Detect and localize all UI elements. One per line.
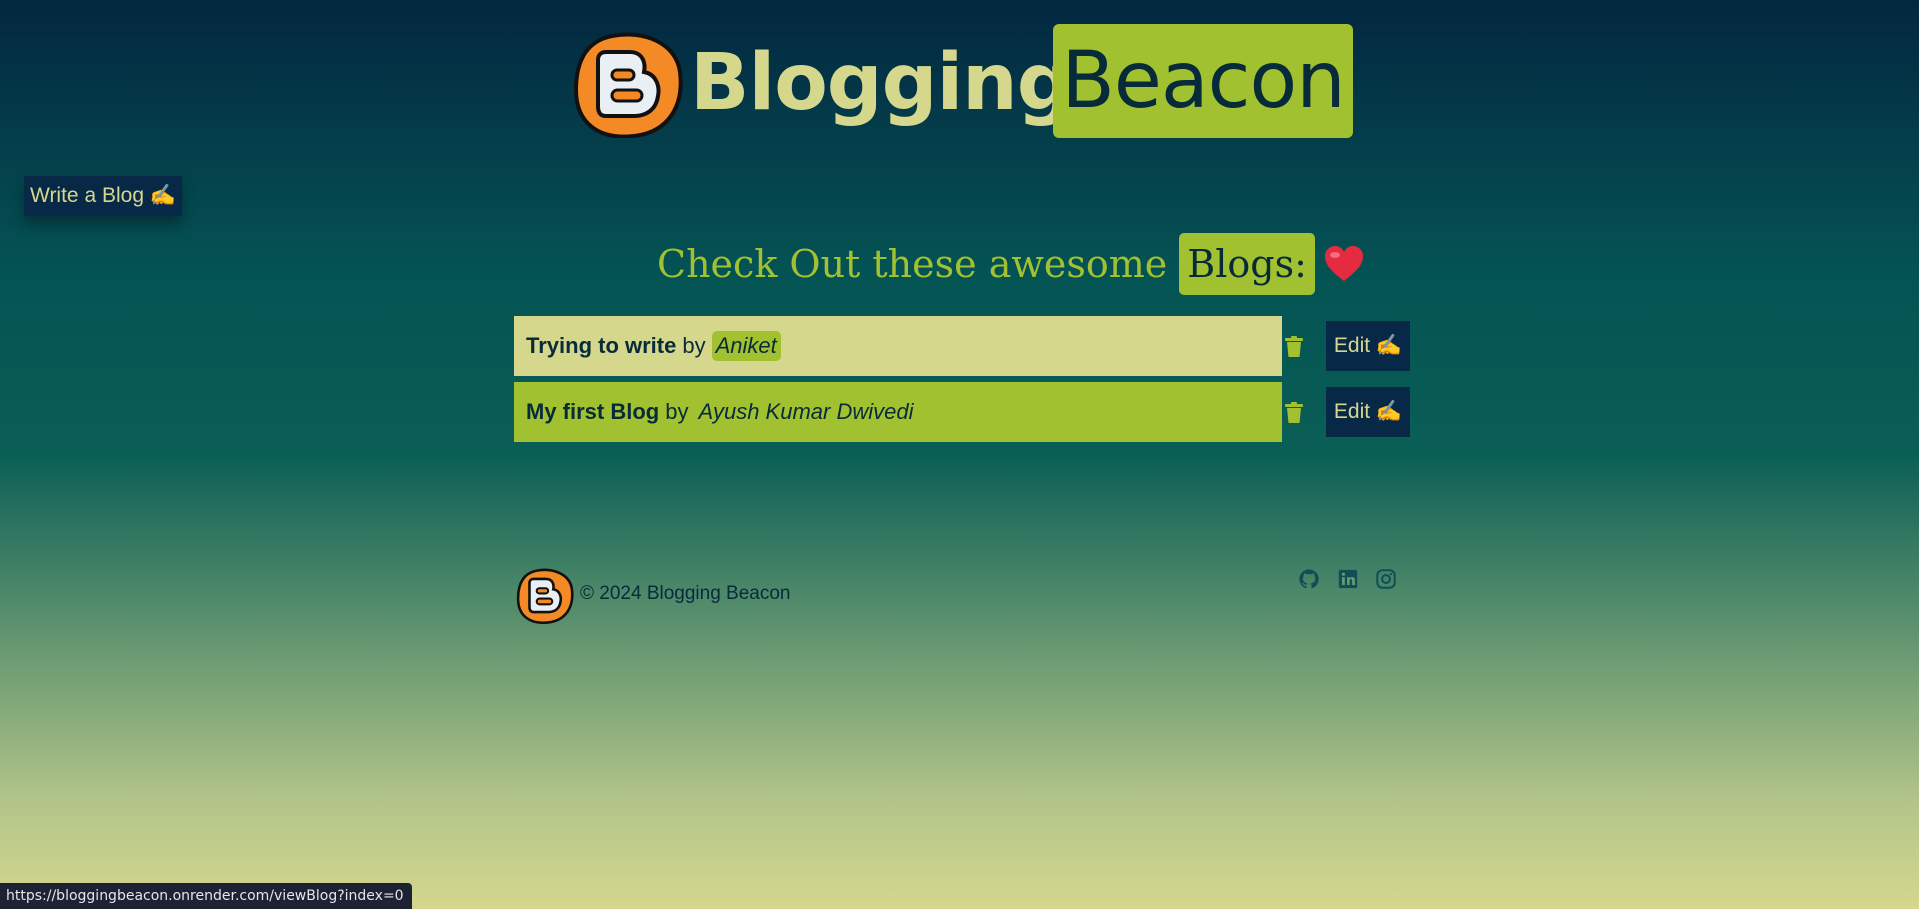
blog-by-label: by [682,333,706,358]
trash-icon[interactable] [1284,402,1304,424]
write-blog-button[interactable]: Write a Blog ✍️ [24,176,182,216]
footer-copyright: © 2024 Blogging Beacon [580,583,791,604]
trash-icon[interactable] [1284,336,1304,358]
blogger-logo-icon [516,568,574,624]
blog-title: Trying to write [526,333,677,358]
brand-name-blogging: Blogging [690,38,1073,128]
headline-text: Check Out these awesome [657,242,1168,286]
instagram-icon[interactable] [1375,568,1397,590]
linkedin-icon[interactable] [1337,568,1359,590]
site-header: Blogging Beacon [0,24,1919,138]
github-icon[interactable] [1298,568,1320,590]
browser-status-url: https://bloggingbeacon.onrender.com/view… [0,883,412,909]
blogger-logo-icon [573,32,683,138]
brand-name-beacon: Beacon [1053,24,1353,138]
blog-author: Ayush Kumar Dwivedi [698,399,914,424]
blogs-headline: Check Out these awesome Blogs: [657,233,1365,295]
edit-blog-button[interactable]: Edit ✍️ [1326,387,1410,437]
blog-title: My first Blog [526,399,660,424]
blog-list-item[interactable]: Trying to write by Aniket [514,316,1282,376]
blog-by-label: by [665,399,689,424]
blog-list-item[interactable]: My first Blog by Ayush Kumar Dwivedi [514,382,1282,442]
blog-author: Aniket [711,331,781,361]
edit-blog-button[interactable]: Edit ✍️ [1326,321,1410,371]
heart-icon [1324,246,1363,281]
headline-chip: Blogs: [1179,233,1315,295]
